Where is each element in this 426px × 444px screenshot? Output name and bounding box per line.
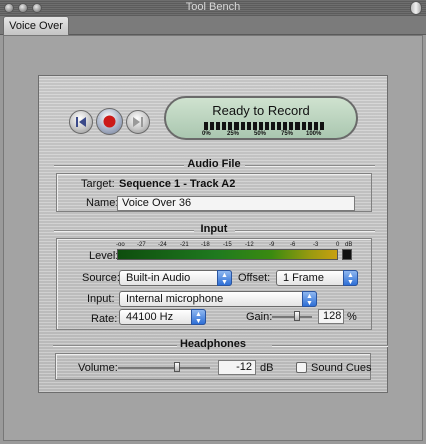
input-device-value: Internal microphone — [126, 293, 224, 305]
skip-back-icon — [76, 117, 86, 127]
volume-field[interactable]: -12 — [218, 360, 256, 375]
tab-voice-over[interactable]: Voice Over — [3, 16, 69, 35]
rate-popup[interactable]: 44100 Hz ▲ ▼ — [119, 309, 206, 325]
level-tick: 0 — [336, 242, 340, 248]
input-label: Input: — [87, 293, 115, 305]
level-tick: -21 — [180, 242, 189, 248]
progress-meter — [204, 122, 324, 130]
source-popup[interactable]: Built-in Audio ▲ ▼ — [119, 270, 232, 286]
volume-slider[interactable] — [118, 367, 210, 369]
meter-label-100: 100% — [306, 131, 322, 137]
popup-arrows-icon: ▲ ▼ — [217, 270, 232, 286]
gain-slider[interactable] — [272, 316, 312, 318]
meter-label-0: 0% — [202, 131, 211, 137]
meter-label-25: 25% — [227, 131, 240, 137]
source-value: Built-in Audio — [126, 272, 191, 284]
source-label: Source: — [82, 272, 120, 284]
popup-arrows-icon: ▲ ▼ — [191, 309, 206, 325]
level-label: Level: — [89, 250, 119, 262]
record-icon — [103, 115, 116, 128]
rate-value: 44100 Hz — [126, 311, 174, 323]
volume-slider-thumb[interactable] — [174, 362, 180, 372]
level-tick-unit: dB — [345, 242, 353, 248]
sound-cues-label[interactable]: Sound Cues — [311, 362, 372, 374]
meter-label-50: 50% — [254, 131, 267, 137]
level-tick: -oo — [116, 242, 125, 248]
previous-button[interactable] — [69, 110, 93, 134]
volume-unit: dB — [260, 362, 274, 374]
target-label: Target: — [81, 178, 115, 190]
meter-label-75: 75% — [281, 131, 294, 137]
offset-value: 1 Frame — [283, 272, 324, 284]
gain-slider-thumb[interactable] — [294, 311, 300, 321]
title-bar[interactable]: Tool Bench — [0, 0, 426, 16]
rate-label: Rate: — [91, 313, 118, 325]
input-device-popup[interactable]: Internal microphone ▲ ▼ — [119, 291, 317, 307]
popup-arrows-icon: ▲ ▼ — [302, 291, 317, 307]
level-tick: -12 — [245, 242, 254, 248]
level-tick: -15 — [223, 242, 232, 248]
skip-forward-icon — [133, 117, 143, 127]
offset-popup[interactable]: 1 Frame ▲ ▼ — [276, 270, 358, 286]
tool-bench-window: Tool Bench Voice Over Ready to Record 0%… — [0, 0, 426, 444]
level-tick: -9 — [269, 242, 275, 248]
level-tick: -18 — [201, 242, 210, 248]
offset-label: Offset: — [238, 272, 271, 284]
input-section-title: Input — [200, 223, 228, 235]
audio-file-section-title: Audio File — [187, 158, 241, 170]
volume-label: Volume: — [78, 362, 118, 374]
headphones-section-title: Headphones — [179, 338, 246, 350]
record-status-display: Ready to Record 0% 25% 50% 75% 100% — [164, 96, 358, 140]
name-label: Name: — [86, 197, 119, 209]
next-button[interactable] — [126, 110, 150, 134]
gain-field[interactable]: 128 — [318, 309, 344, 324]
toolbar-toggle-button[interactable] — [410, 1, 422, 15]
popup-arrows-icon: ▲ ▼ — [343, 270, 358, 286]
level-tick: -24 — [158, 242, 167, 248]
gain-label: Gain: — [246, 311, 273, 323]
sound-cues-checkbox[interactable] — [296, 362, 307, 373]
level-tick: -6 — [290, 242, 296, 248]
level-tick: -3 — [313, 242, 319, 248]
gain-unit: % — [347, 311, 357, 323]
status-text: Ready to Record — [212, 103, 310, 118]
name-field[interactable]: Voice Over 36 — [117, 196, 355, 211]
level-clip-indicator — [342, 249, 352, 260]
window-title: Tool Bench — [185, 1, 241, 13]
target-value: Sequence 1 - Track A2 — [119, 178, 236, 190]
record-button[interactable] — [96, 108, 123, 135]
level-tick: -27 — [137, 242, 146, 248]
level-meter — [117, 249, 338, 260]
